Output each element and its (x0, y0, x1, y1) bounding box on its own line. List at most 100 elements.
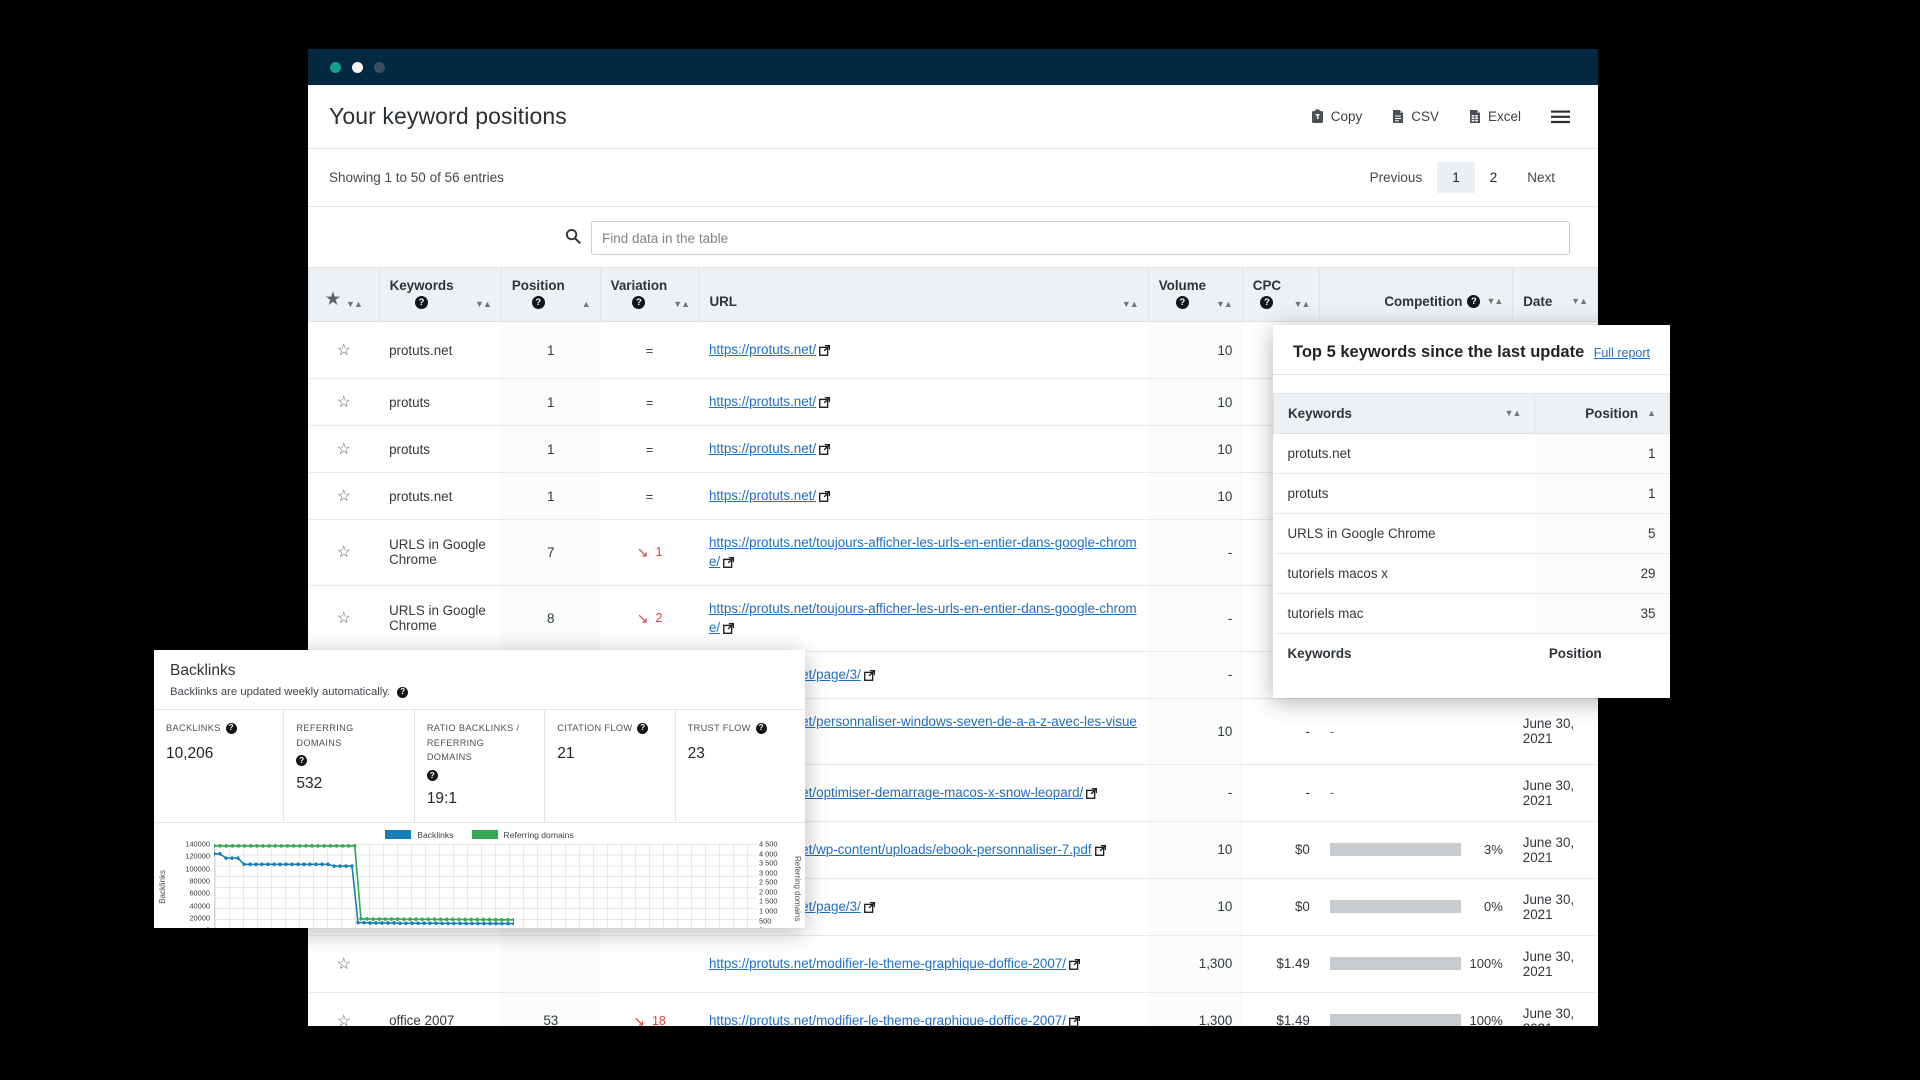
url-cell: https://protuts.net/ (698, 472, 1149, 520)
chart-legend: Backlinks Referring domains (154, 827, 805, 842)
column-header-keywords[interactable]: Keywords ? ▼▲ (378, 267, 502, 322)
pagination-next[interactable]: Next (1512, 163, 1570, 192)
favorite-cell[interactable]: ☆ (308, 992, 380, 1026)
sort-icon[interactable]: ▼▲ (1505, 409, 1522, 418)
sort-icon[interactable]: ▼▲ (673, 300, 690, 309)
column-header-favorite[interactable]: ★ ▼▲ (308, 267, 380, 322)
search-input[interactable] (591, 221, 1570, 255)
help-icon[interactable]: ? (426, 770, 438, 782)
table-header-row: Keywords ▼▲ Position ▲ (1273, 393, 1670, 434)
help-icon[interactable]: ? (637, 722, 649, 734)
column-header-url[interactable]: URL ▼▲ (698, 267, 1149, 322)
result-url-link[interactable]: https://protuts.net/modifier-le-theme-gr… (709, 956, 1066, 971)
star-outline-icon[interactable]: ☆ (337, 488, 351, 505)
column-header-competition[interactable]: Competition ? ▼▲ (1319, 267, 1514, 322)
chart-point (353, 844, 357, 848)
chart-point (506, 921, 510, 926)
column-header-position[interactable]: Position ▲ (1534, 393, 1670, 434)
help-icon[interactable]: ? (531, 296, 545, 309)
result-url-link[interactable]: https://protuts.net/modifier-le-theme-gr… (709, 1013, 1066, 1026)
help-icon[interactable]: ? (225, 722, 237, 734)
chart-point (458, 921, 462, 926)
window-dot-minimize[interactable] (352, 61, 363, 73)
favorite-cell[interactable]: ☆ (308, 519, 380, 586)
star-outline-icon[interactable]: ☆ (337, 610, 351, 627)
sort-icon[interactable]: ▼▲ (346, 300, 363, 309)
column-header-variation[interactable]: Variation ? ▼▲ (599, 267, 700, 322)
star-outline-icon[interactable]: ☆ (337, 956, 351, 973)
help-icon[interactable]: ? (1260, 296, 1274, 309)
volume-cell: - (1148, 519, 1243, 586)
volume-cell: 10 (1148, 878, 1243, 936)
window-dot-maximize[interactable] (374, 61, 385, 73)
column-header-cpc[interactable]: CPC ? ▼▲ (1241, 267, 1321, 322)
chart-point (224, 856, 228, 861)
variation-cell: = (600, 378, 699, 426)
variation-cell: ↘ 2 (600, 585, 699, 652)
favorite-cell[interactable]: ☆ (308, 425, 380, 473)
pagination-page-2[interactable]: 2 (1475, 162, 1513, 193)
result-url-link[interactable]: https://protuts.net/toujours-afficher-le… (709, 535, 1137, 569)
column-header-keywords[interactable]: Keywords ▼▲ (1273, 393, 1536, 434)
variation-cell: ↘ 18 (600, 992, 699, 1026)
star-outline-icon[interactable]: ☆ (337, 1013, 351, 1026)
full-report-link[interactable]: Full report (1594, 346, 1650, 360)
position-cell: 35 (1534, 593, 1670, 634)
window-dot-close[interactable] (330, 61, 341, 73)
star-outline-icon[interactable]: ☆ (337, 544, 351, 561)
sort-icon[interactable]: ▼▲ (1294, 300, 1311, 309)
sort-icon[interactable]: ▼▲ (475, 300, 492, 309)
chart-point (420, 917, 424, 922)
variation-value: 2 (655, 611, 663, 626)
help-icon[interactable]: ? (755, 722, 767, 734)
position-cell: 1 (501, 425, 601, 473)
column-header-position[interactable]: Position ? ▲ (500, 267, 601, 322)
favorite-cell[interactable]: ☆ (308, 935, 380, 993)
external-link-icon (819, 443, 831, 458)
help-icon[interactable]: ? (1467, 295, 1481, 308)
hamburger-menu-button[interactable] (1551, 110, 1570, 124)
sort-icon[interactable]: ▼▲ (1122, 300, 1139, 309)
csv-button[interactable]: CSV (1392, 109, 1439, 124)
result-url-link[interactable]: https://protuts.net/ (709, 394, 816, 409)
favorite-cell[interactable]: ☆ (308, 585, 380, 652)
excel-button[interactable]: Excel (1469, 109, 1521, 124)
stat-ratio: RATIO BACKLINKS / REFERRING DOMAINS? 19:… (415, 710, 546, 823)
help-icon[interactable]: ? (1175, 296, 1189, 309)
sort-icon[interactable]: ▲ (1647, 409, 1656, 418)
chart-point (248, 862, 252, 867)
chart-point (291, 844, 296, 848)
external-link-icon (723, 622, 735, 637)
pagination-previous[interactable]: Previous (1355, 163, 1438, 192)
stat-referring-domains: REFERRING DOMAINS? 532 (284, 710, 415, 823)
result-url-link[interactable]: https://protuts.net/ (709, 441, 816, 456)
keyword-cell: office 2007 (379, 992, 502, 1026)
sort-icon[interactable]: ▼▲ (1486, 297, 1503, 306)
star-outline-icon[interactable]: ☆ (337, 342, 351, 359)
help-icon[interactable]: ? (415, 296, 429, 309)
result-url-link[interactable]: https://protuts.net/toujours-afficher-le… (709, 601, 1137, 635)
favorite-cell[interactable]: ☆ (308, 472, 380, 520)
star-outline-icon[interactable]: ☆ (337, 394, 351, 411)
favorite-cell[interactable]: ☆ (308, 321, 380, 379)
sort-icon[interactable]: ▼▲ (1571, 297, 1588, 306)
help-icon[interactable]: ? (296, 755, 308, 767)
result-url-link[interactable]: https://protuts.net/ (709, 342, 816, 357)
pagination-page-1[interactable]: 1 (1437, 162, 1475, 193)
copy-button[interactable]: Copy (1311, 109, 1362, 124)
variation-equal: = (645, 488, 654, 504)
column-header-volume[interactable]: Volume ? ▼▲ (1147, 267, 1243, 322)
column-header-date[interactable]: Date ▼▲ (1512, 267, 1598, 322)
favorite-cell[interactable]: ☆ (308, 378, 380, 426)
help-icon[interactable]: ? (397, 686, 409, 698)
help-icon[interactable]: ? (632, 296, 646, 309)
cpc-cell: $0 (1242, 821, 1320, 879)
star-outline-icon[interactable]: ☆ (337, 441, 351, 458)
result-url-link[interactable]: https://protuts.net/ (709, 488, 816, 503)
sort-icon[interactable]: ▲ (582, 300, 591, 309)
chart-point (214, 844, 216, 848)
star-icon: ★ (325, 291, 341, 308)
competition-cell: - (1319, 698, 1513, 765)
sort-icon[interactable]: ▼▲ (1216, 300, 1233, 309)
external-link-icon (819, 490, 831, 505)
